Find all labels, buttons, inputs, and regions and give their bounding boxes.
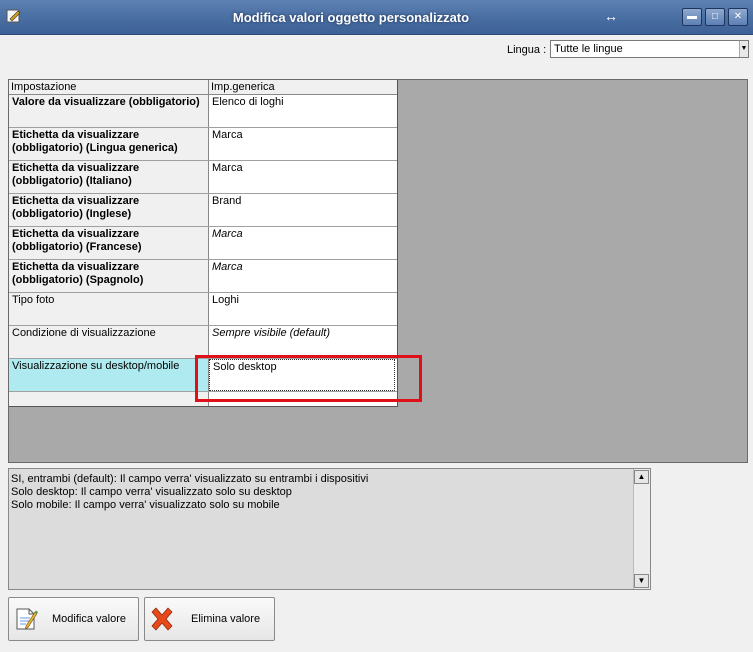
value-cell[interactable]: Sempre visibile (default) bbox=[209, 326, 395, 358]
scroll-down-icon[interactable]: ▼ bbox=[634, 574, 649, 588]
delete-x-icon bbox=[151, 607, 173, 631]
setting-cell: Etichetta da visualizzare (obbligatorio)… bbox=[9, 227, 209, 259]
edit-document-icon bbox=[16, 608, 38, 630]
value-cell[interactable]: Marca bbox=[209, 161, 395, 193]
value-cell[interactable]: Loghi bbox=[209, 293, 395, 325]
language-value: Tutte le lingue bbox=[554, 43, 623, 55]
description-line: Solo desktop: Il campo verra' visualizza… bbox=[11, 486, 292, 498]
edit-value-label: Modifica valore bbox=[52, 613, 126, 625]
value-cell[interactable]: Marca bbox=[209, 128, 395, 160]
grid-header: Impostazione Imp.generica bbox=[9, 80, 397, 95]
column-header-setting[interactable]: Impostazione bbox=[9, 80, 209, 94]
table-row[interactable]: Etichetta da visualizzare (obbligatorio)… bbox=[9, 128, 397, 161]
table-row[interactable]: Etichetta da visualizzare (obbligatorio)… bbox=[9, 260, 397, 293]
setting-cell: Valore da visualizzare (obbligatorio) bbox=[9, 95, 209, 127]
scroll-up-icon[interactable]: ▲ bbox=[634, 470, 649, 484]
highlight-box bbox=[195, 355, 422, 402]
settings-grid-area: Impostazione Imp.generica Valore da visu… bbox=[8, 79, 748, 463]
delete-value-label: Elimina valore bbox=[191, 613, 261, 625]
setting-cell: Etichetta da visualizzare (obbligatorio)… bbox=[9, 161, 209, 193]
setting-cell: Visualizzazione su desktop/mobile bbox=[9, 359, 209, 391]
description-scrollbar[interactable]: ▲ ▼ bbox=[633, 469, 650, 589]
close-button[interactable]: ✕ bbox=[728, 8, 748, 26]
value-cell[interactable]: Marca bbox=[209, 260, 395, 292]
column-header-value[interactable]: Imp.generica bbox=[209, 80, 395, 94]
value-cell[interactable]: Brand bbox=[209, 194, 395, 226]
setting-cell-empty bbox=[9, 392, 209, 406]
table-row[interactable]: Valore da visualizzare (obbligatorio) El… bbox=[9, 95, 397, 128]
setting-cell: Etichetta da visualizzare (obbligatorio)… bbox=[9, 128, 209, 160]
resize-icon: ↔ bbox=[604, 8, 618, 24]
setting-cell: Condizione di visualizzazione bbox=[9, 326, 209, 358]
table-row[interactable]: Etichetta da visualizzare (obbligatorio)… bbox=[9, 161, 397, 194]
language-label: Lingua : bbox=[507, 44, 547, 56]
chevron-down-icon[interactable]: ▼ bbox=[739, 41, 748, 57]
setting-cell: Tipo foto bbox=[9, 293, 209, 325]
language-select[interactable]: Tutte le lingue ▼ bbox=[550, 40, 749, 58]
table-row[interactable]: Tipo foto Loghi bbox=[9, 293, 397, 326]
value-cell[interactable]: Marca bbox=[209, 227, 395, 259]
description-box: SI, entrambi (default): Il campo verra' … bbox=[8, 468, 651, 590]
setting-cell: Etichetta da visualizzare (obbligatorio)… bbox=[9, 260, 209, 292]
value-cell[interactable]: Elenco di loghi bbox=[209, 95, 395, 127]
maximize-button[interactable]: □ bbox=[705, 8, 725, 26]
description-line: SI, entrambi (default): Il campo verra' … bbox=[11, 473, 369, 485]
minimize-button[interactable]: ▬ bbox=[682, 8, 702, 26]
title-bar: Modifica valori oggetto personalizzato ↔… bbox=[0, 0, 753, 35]
edit-value-button[interactable]: Modifica valore bbox=[8, 597, 139, 641]
description-line: Solo mobile: Il campo verra' visualizzat… bbox=[11, 499, 280, 511]
setting-cell: Etichetta da visualizzare (obbligatorio)… bbox=[9, 194, 209, 226]
table-row[interactable]: Etichetta da visualizzare (obbligatorio)… bbox=[9, 227, 397, 260]
table-row[interactable]: Etichetta da visualizzare (obbligatorio)… bbox=[9, 194, 397, 227]
delete-value-button[interactable]: Elimina valore bbox=[144, 597, 275, 641]
window-title: Modifica valori oggetto personalizzato bbox=[232, 10, 470, 25]
